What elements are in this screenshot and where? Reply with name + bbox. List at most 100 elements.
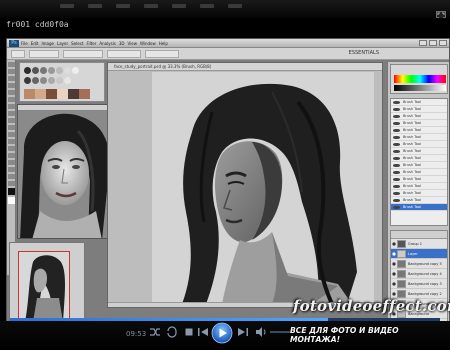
type-tool[interactable] (8, 153, 15, 158)
brush-preset-item[interactable]: Brush Tool (391, 134, 447, 141)
video-area[interactable]: fr001 cdd0f0a Ps File Edit Image Layer S… (0, 18, 450, 328)
foreground-color-swatch[interactable] (8, 188, 15, 195)
volume-icon[interactable] (254, 325, 268, 339)
menu-analysis[interactable]: Analysis (99, 40, 115, 47)
brush-preset-item[interactable]: Brush Tool (391, 120, 447, 127)
layer-row[interactable]: Background copy 3 (391, 279, 447, 289)
move-tool[interactable] (8, 62, 15, 67)
marquee-tool[interactable] (8, 69, 15, 74)
brush-preset-item[interactable]: Brush Tool (391, 183, 447, 190)
brush-preset-item[interactable]: Brush Tool (391, 190, 447, 197)
zoom-tool[interactable] (8, 181, 15, 186)
eye-icon[interactable] (392, 282, 396, 286)
swatch[interactable] (64, 67, 71, 74)
swatch[interactable] (48, 77, 55, 84)
swatch[interactable] (24, 77, 31, 84)
flow-field[interactable] (145, 50, 179, 58)
layer-row[interactable]: Background copy 4 (391, 269, 447, 279)
shuffle-icon[interactable] (148, 325, 162, 339)
pen-tool[interactable] (8, 146, 15, 151)
menu-edit[interactable]: Edit (31, 40, 39, 47)
menu-view[interactable]: View (128, 40, 138, 47)
swatch[interactable] (56, 67, 63, 74)
shape-tool[interactable] (8, 167, 15, 172)
previous-icon[interactable] (196, 325, 210, 339)
photoshop-window: Ps File Edit Image Layer Select Filter A… (6, 38, 450, 328)
navigator-thumbnail[interactable] (18, 251, 70, 321)
next-icon[interactable] (236, 325, 250, 339)
gradient-tool[interactable] (8, 125, 15, 130)
brush-preset-item[interactable]: Brush Tool (391, 127, 447, 134)
healing-tool[interactable] (8, 90, 15, 95)
reference-photo-window[interactable] (17, 104, 115, 239)
layer-row[interactable]: Group 1 (391, 239, 447, 249)
document-window: face_study_portrait.psd @ 33.3% (Brush, … (107, 62, 383, 308)
brush-size-field[interactable] (29, 50, 59, 58)
layer-name: Background copy 4 (408, 272, 442, 276)
swatch[interactable] (32, 77, 39, 84)
blur-tool[interactable] (8, 132, 15, 137)
menu-layer[interactable]: Layer (57, 40, 68, 47)
swatch[interactable] (72, 67, 79, 74)
eye-icon[interactable] (392, 292, 396, 296)
document-tab[interactable]: face_study_portrait.psd @ 33.3% (Brush, … (108, 63, 382, 71)
history-brush-tool[interactable] (8, 111, 15, 116)
swatch[interactable] (24, 67, 31, 74)
portrait-painting (152, 72, 374, 304)
brush-preset-item[interactable]: Brush Tool (391, 99, 447, 106)
menu-filter[interactable]: Filter (86, 40, 96, 47)
brush-preset-item[interactable]: Brush Tool (391, 197, 447, 204)
eraser-tool[interactable] (8, 118, 15, 123)
layer-row-selected[interactable]: Layer (391, 249, 447, 259)
swatch[interactable] (32, 67, 39, 74)
swatch[interactable] (48, 67, 55, 74)
painting-canvas[interactable] (152, 72, 374, 304)
grayscale-ramp[interactable] (394, 85, 446, 91)
minimize-button[interactable] (419, 40, 427, 46)
crop-tool[interactable] (8, 83, 15, 88)
menu-window[interactable]: Window (140, 40, 156, 47)
volume-slider[interactable] (270, 331, 290, 333)
menu-image[interactable]: Image (41, 40, 54, 47)
color-spectrum[interactable] (394, 75, 446, 83)
menu-file[interactable]: File (21, 40, 28, 47)
mode-select[interactable] (63, 50, 103, 58)
stamp-tool[interactable] (8, 104, 15, 109)
menu-3d[interactable]: 3D (119, 40, 125, 47)
eye-icon[interactable] (392, 252, 396, 256)
brush-preset-item[interactable]: Brush Tool (391, 148, 447, 155)
swatch[interactable] (64, 77, 71, 84)
menu-help[interactable]: Help (159, 40, 168, 47)
close-button[interactable] (439, 40, 447, 46)
opacity-field[interactable] (107, 50, 141, 58)
brush-preset-item[interactable]: Brush Tool (391, 162, 447, 169)
play-icon[interactable] (211, 322, 233, 344)
hand-tool[interactable] (8, 174, 15, 179)
tool-preset-picker[interactable] (11, 50, 25, 58)
swatch[interactable] (40, 77, 47, 84)
dodge-tool[interactable] (8, 139, 15, 144)
workspace-switcher[interactable]: ESSENTIALS (349, 50, 379, 56)
brush-preset-item[interactable]: Brush Tool (391, 204, 447, 211)
repeat-icon[interactable] (165, 325, 179, 339)
layer-row[interactable]: Background copy 5 (391, 259, 447, 269)
brush-preset-item[interactable]: Brush Tool (391, 169, 447, 176)
lasso-tool[interactable] (8, 76, 15, 81)
brush-preset-item[interactable]: Brush Tool (391, 106, 447, 113)
background-color-swatch[interactable] (8, 197, 15, 204)
brush-preset-item[interactable]: Brush Tool (391, 141, 447, 148)
color-strip[interactable] (24, 89, 90, 99)
swatch[interactable] (56, 77, 63, 84)
swatch[interactable] (40, 67, 47, 74)
maximize-button[interactable] (429, 40, 437, 46)
brush-preset-item[interactable]: Brush Tool (391, 176, 447, 183)
stop-icon[interactable] (182, 325, 196, 339)
path-select-tool[interactable] (8, 160, 15, 165)
brush-tool[interactable] (8, 97, 15, 102)
eye-icon[interactable] (392, 272, 396, 276)
eye-icon[interactable] (392, 262, 396, 266)
brush-preset-item[interactable]: Brush Tool (391, 155, 447, 162)
eye-icon[interactable] (392, 242, 396, 246)
menu-select[interactable]: Select (71, 40, 83, 47)
brush-preset-item[interactable]: Brush Tool (391, 113, 447, 120)
